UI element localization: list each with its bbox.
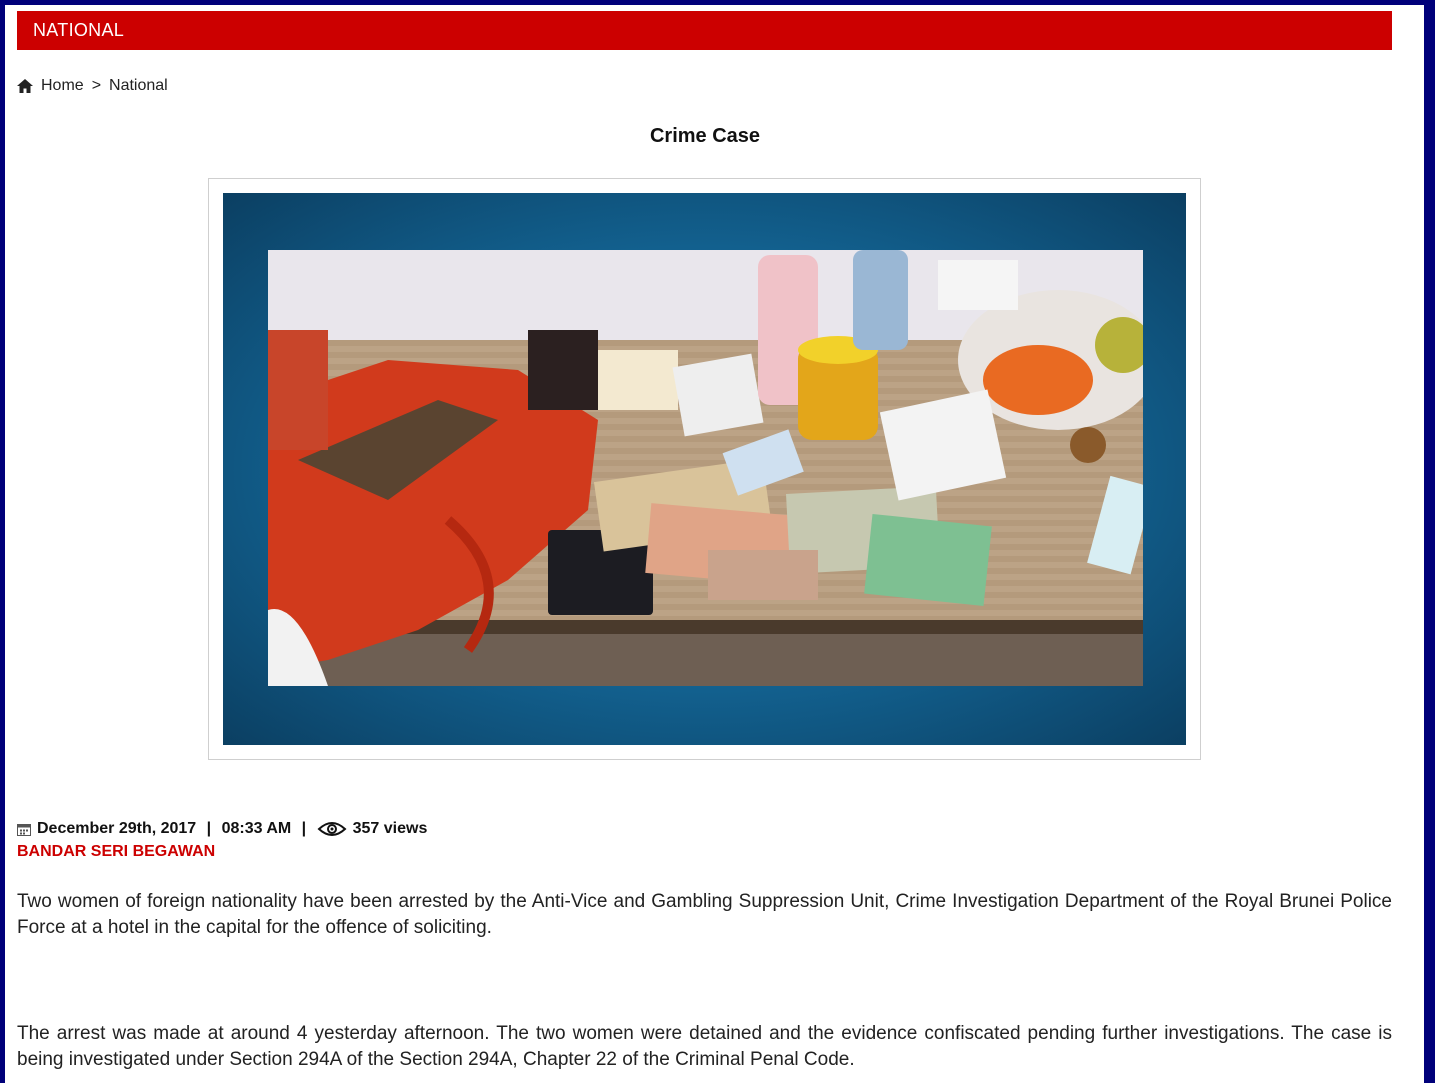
page: NATIONAL Home > National Crime Case Dece… [5, 5, 1424, 1083]
breadcrumb-separator: > [91, 77, 102, 94]
section-header[interactable]: NATIONAL [17, 11, 1392, 50]
breadcrumb: Home > National [17, 77, 168, 95]
article-date: December 29th, 2017 [37, 820, 197, 837]
meta-separator: | [202, 820, 216, 837]
breadcrumb-home-link[interactable]: Home [41, 77, 84, 95]
article-time: 08:33 AM [221, 820, 292, 837]
article-image-background [223, 193, 1186, 745]
article-location: BANDAR SERI BEGAWAN [17, 843, 216, 860]
eye-icon [317, 821, 347, 837]
home-icon[interactable] [17, 79, 33, 93]
article-paragraph: Two women of foreign nationality have be… [17, 891, 1392, 938]
article-photo[interactable] [268, 250, 1143, 686]
article-meta: December 29th, 2017 | 08:33 AM | 357 vie… [17, 820, 427, 838]
article-image-frame [208, 178, 1201, 760]
meta-separator: | [297, 820, 311, 837]
calendar-icon [17, 823, 31, 836]
article-paragraph: The arrest was made at around 4 yesterda… [17, 1023, 1392, 1070]
section-label: NATIONAL [33, 20, 125, 40]
article-title: Crime Case [649, 125, 761, 147]
breadcrumb-current[interactable]: National [109, 77, 168, 95]
article-views: 357 views [352, 820, 428, 837]
